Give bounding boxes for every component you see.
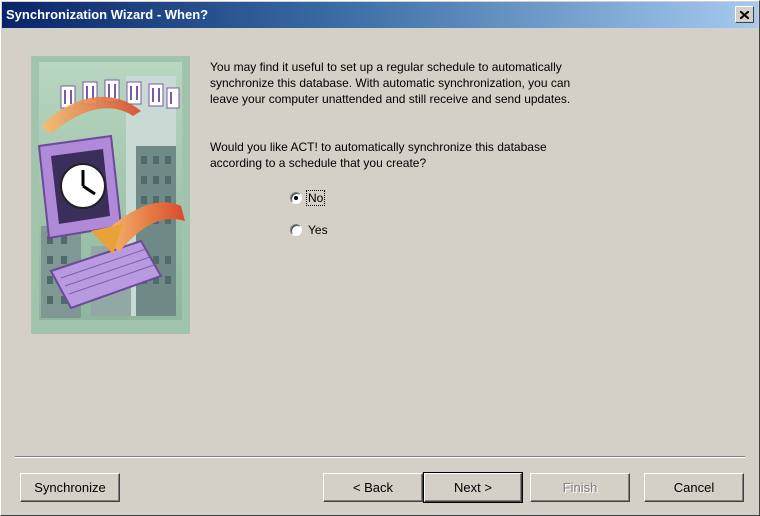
intro-line-2: synchronize this database. With automati… xyxy=(210,76,571,90)
radio-yes[interactable]: Yes xyxy=(290,221,329,239)
window-title: Synchronization Wizard - When? xyxy=(6,7,209,22)
next-button[interactable]: Next > xyxy=(423,472,523,503)
cancel-button[interactable]: Cancel xyxy=(644,473,744,502)
title-bar[interactable]: Synchronization Wizard - When? xyxy=(2,2,758,28)
intro-line-3: leave your computer unattended and still… xyxy=(210,92,571,106)
intro-line-1: You may find it useful to set up a regul… xyxy=(210,60,562,74)
close-icon xyxy=(740,10,749,19)
radio-no-circle[interactable] xyxy=(290,192,302,204)
radio-no-label[interactable]: No xyxy=(305,190,326,206)
synchronize-button[interactable]: Synchronize xyxy=(20,473,120,502)
intro-text: You may find it useful to set up a regul… xyxy=(210,59,630,107)
close-button[interactable] xyxy=(735,6,754,23)
question-line-1: Would you like ACT! to automatically syn… xyxy=(210,140,547,154)
radio-yes-label[interactable]: Yes xyxy=(307,223,329,237)
back-button[interactable]: < Back xyxy=(323,473,423,502)
finish-button: Finish xyxy=(530,473,630,502)
wizard-window: Synchronization Wizard - When? You may f… xyxy=(0,0,760,516)
wizard-illustration xyxy=(31,56,190,334)
button-separator xyxy=(15,456,745,458)
radio-yes-circle[interactable] xyxy=(290,224,302,236)
question-line-2: according to a schedule that you create? xyxy=(210,156,427,170)
radio-no[interactable]: No xyxy=(290,189,326,207)
question-text: Would you like ACT! to automatically syn… xyxy=(210,139,630,171)
